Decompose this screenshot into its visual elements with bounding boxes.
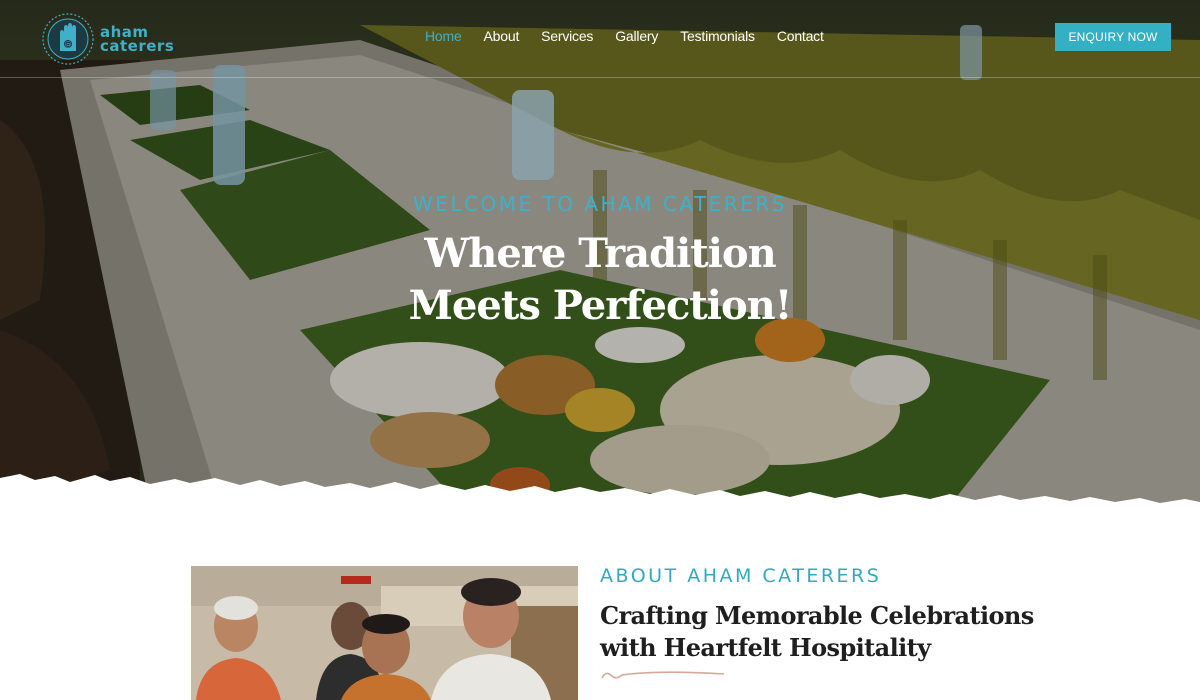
hand-logo-icon: @ — [42, 13, 94, 65]
torn-edge-divider — [0, 474, 1200, 510]
hero-title: Where Tradition Meets Perfection! — [0, 228, 1200, 332]
logo-wordmark: aham caterers — [100, 25, 175, 55]
about-title-line2: with Heartfelt Hospitality — [600, 633, 931, 662]
main-nav: Home About Services Gallery Testimonials… — [425, 28, 846, 44]
hero-kicker: WELCOME TO AHAM CATERERS — [413, 192, 787, 216]
about-team-photo — [191, 566, 578, 700]
nav-item-contact[interactable]: Contact — [777, 28, 824, 44]
site-logo[interactable]: @ aham caterers — [40, 9, 190, 69]
nav-item-about[interactable]: About — [484, 28, 520, 44]
hero-title-line1: Where Tradition — [424, 230, 776, 277]
enquiry-now-button[interactable]: ENQUIRY NOW — [1055, 23, 1171, 51]
about-title: Crafting Memorable Celebrations with Hea… — [600, 600, 1034, 664]
nav-item-testimonials[interactable]: Testimonials — [680, 28, 755, 44]
about-kicker: ABOUT AHAM CATERERS — [600, 565, 882, 587]
nav-item-gallery[interactable]: Gallery — [615, 28, 658, 44]
svg-text:@: @ — [65, 41, 72, 49]
nav-item-services[interactable]: Services — [541, 28, 593, 44]
decorative-flourish-icon — [601, 671, 725, 679]
site-header: @ aham caterers Home About Services Gall… — [0, 0, 1200, 78]
logo-text-line2: caterers — [100, 37, 175, 55]
hero-title-line2: Meets Perfection! — [408, 282, 793, 329]
about-title-line1: Crafting Memorable Celebrations — [600, 601, 1034, 630]
nav-item-home[interactable]: Home — [425, 28, 462, 44]
